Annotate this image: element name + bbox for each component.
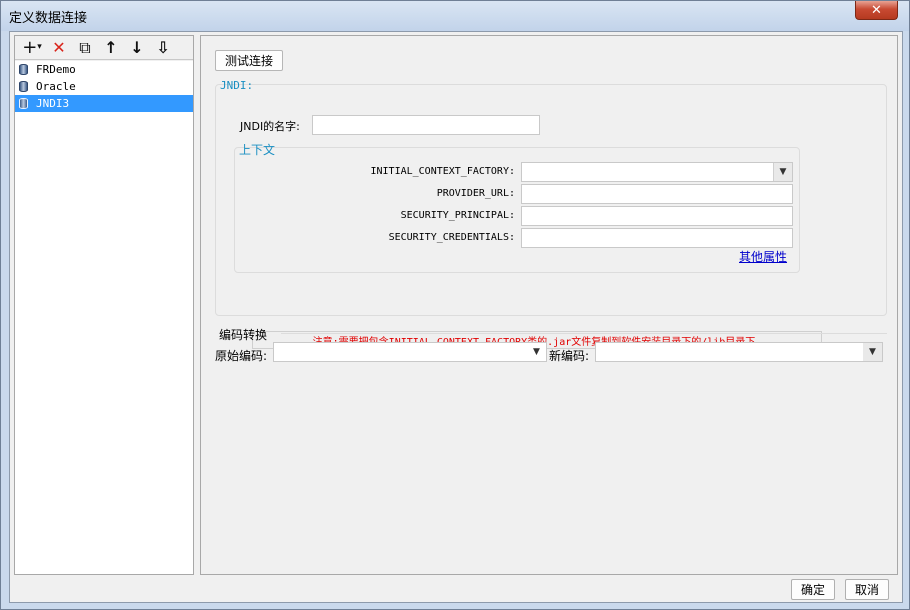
dropdown-arrow-icon: ▾ <box>37 42 42 52</box>
initial-context-factory-combo[interactable]: ▼ <box>521 162 793 182</box>
sort-button[interactable]: ⇩ <box>151 38 175 58</box>
test-connection-button[interactable]: 测试连接 <box>215 50 283 71</box>
chevron-down-icon[interactable]: ▼ <box>863 343 882 361</box>
security-credentials-label: SECURITY_CREDENTIALS: <box>388 232 515 243</box>
close-icon: ✕ <box>871 2 882 18</box>
plus-icon: + <box>22 36 38 58</box>
jndi-group: JNDI: JNDI的名字: 上下文 INITIAL_CONTEXT_FACTO… <box>215 79 887 349</box>
jndi-name-label: JNDI的名字: <box>240 120 300 133</box>
list-item[interactable]: FRDemo <box>15 61 193 78</box>
security-principal-input[interactable] <box>521 206 793 226</box>
ok-label: 确定 <box>800 583 825 597</box>
database-icon <box>19 81 28 92</box>
context-group-title: 上下文 <box>239 143 276 157</box>
original-encoding-label: 原始编码: <box>215 349 268 363</box>
chevron-down-icon[interactable]: ▼ <box>773 163 792 181</box>
delete-icon: ✕ <box>52 37 66 57</box>
cancel-label: 取消 <box>854 583 879 597</box>
move-up-button[interactable]: ↑ <box>99 38 123 58</box>
dialog-body: + ▾ ✕ ⧉ ↑ ↓ ⇩ FRDemo Oracle JNDI3 测试连接 J… <box>9 31 903 603</box>
arrow-down-icon: ↓ <box>130 37 144 57</box>
other-properties-link[interactable]: 其他属性 <box>739 248 787 265</box>
close-button[interactable]: ✕ <box>855 1 898 20</box>
list-item-selected[interactable]: JNDI3 <box>15 95 193 112</box>
security-principal-label: SECURITY_PRINCIPAL: <box>400 210 515 221</box>
initial-context-factory-label: INITIAL_CONTEXT_FACTORY: <box>370 166 516 177</box>
connection-name: Oracle <box>36 80 76 93</box>
connection-name: JNDI3 <box>36 97 70 110</box>
add-connection-button[interactable]: + ▾ <box>19 38 45 58</box>
sort-icon: ⇩ <box>156 37 170 57</box>
connection-toolbar: + ▾ ✕ ⧉ ↑ ↓ ⇩ <box>15 36 193 60</box>
connection-tree[interactable]: FRDemo Oracle JNDI3 <box>15 61 193 574</box>
copy-icon: ⧉ <box>79 37 91 57</box>
cancel-button[interactable]: 取消 <box>845 579 889 600</box>
title-bar[interactable]: 定义数据连接 ✕ <box>1 1 909 31</box>
arrow-up-icon: ↑ <box>104 37 118 57</box>
connection-list-panel: + ▾ ✕ ⧉ ↑ ↓ ⇩ FRDemo Oracle JNDI3 <box>14 35 194 575</box>
ok-button[interactable]: 确定 <box>791 579 835 600</box>
encoding-divider <box>281 333 887 334</box>
security-credentials-input[interactable] <box>521 228 793 248</box>
new-encoding-combo[interactable]: ▼ <box>595 342 883 362</box>
jndi-group-title: JNDI: <box>220 79 254 92</box>
delete-connection-button[interactable]: ✕ <box>47 38 71 58</box>
copy-connection-button[interactable]: ⧉ <box>73 38 97 58</box>
context-group: 上下文 INITIAL_CONTEXT_FACTORY: ▼ PROVIDER_… <box>234 143 800 273</box>
list-item[interactable]: Oracle <box>15 78 193 95</box>
encoding-section-title: 编码转换 <box>219 328 268 342</box>
chevron-down-icon[interactable]: ▼ <box>527 343 546 361</box>
window-title: 定义数据连接 <box>9 11 88 26</box>
provider-url-input[interactable] <box>521 184 793 204</box>
database-icon <box>19 64 28 75</box>
connection-settings-panel: 测试连接 JNDI: JNDI的名字: 上下文 INITIAL_CONTEXT_… <box>200 35 898 575</box>
dialog-window: 定义数据连接 ✕ + ▾ ✕ ⧉ ↑ ↓ ⇩ FRDemo Oracle JND… <box>0 0 910 610</box>
new-encoding-label: 新编码: <box>549 349 590 363</box>
original-encoding-combo[interactable]: ▼ <box>273 342 547 362</box>
connection-name: FRDemo <box>36 63 76 76</box>
test-connection-label: 测试连接 <box>224 54 273 68</box>
provider-url-label: PROVIDER_URL: <box>436 188 515 199</box>
jndi-name-input[interactable] <box>312 115 540 135</box>
move-down-button[interactable]: ↓ <box>125 38 149 58</box>
database-icon <box>19 98 28 109</box>
